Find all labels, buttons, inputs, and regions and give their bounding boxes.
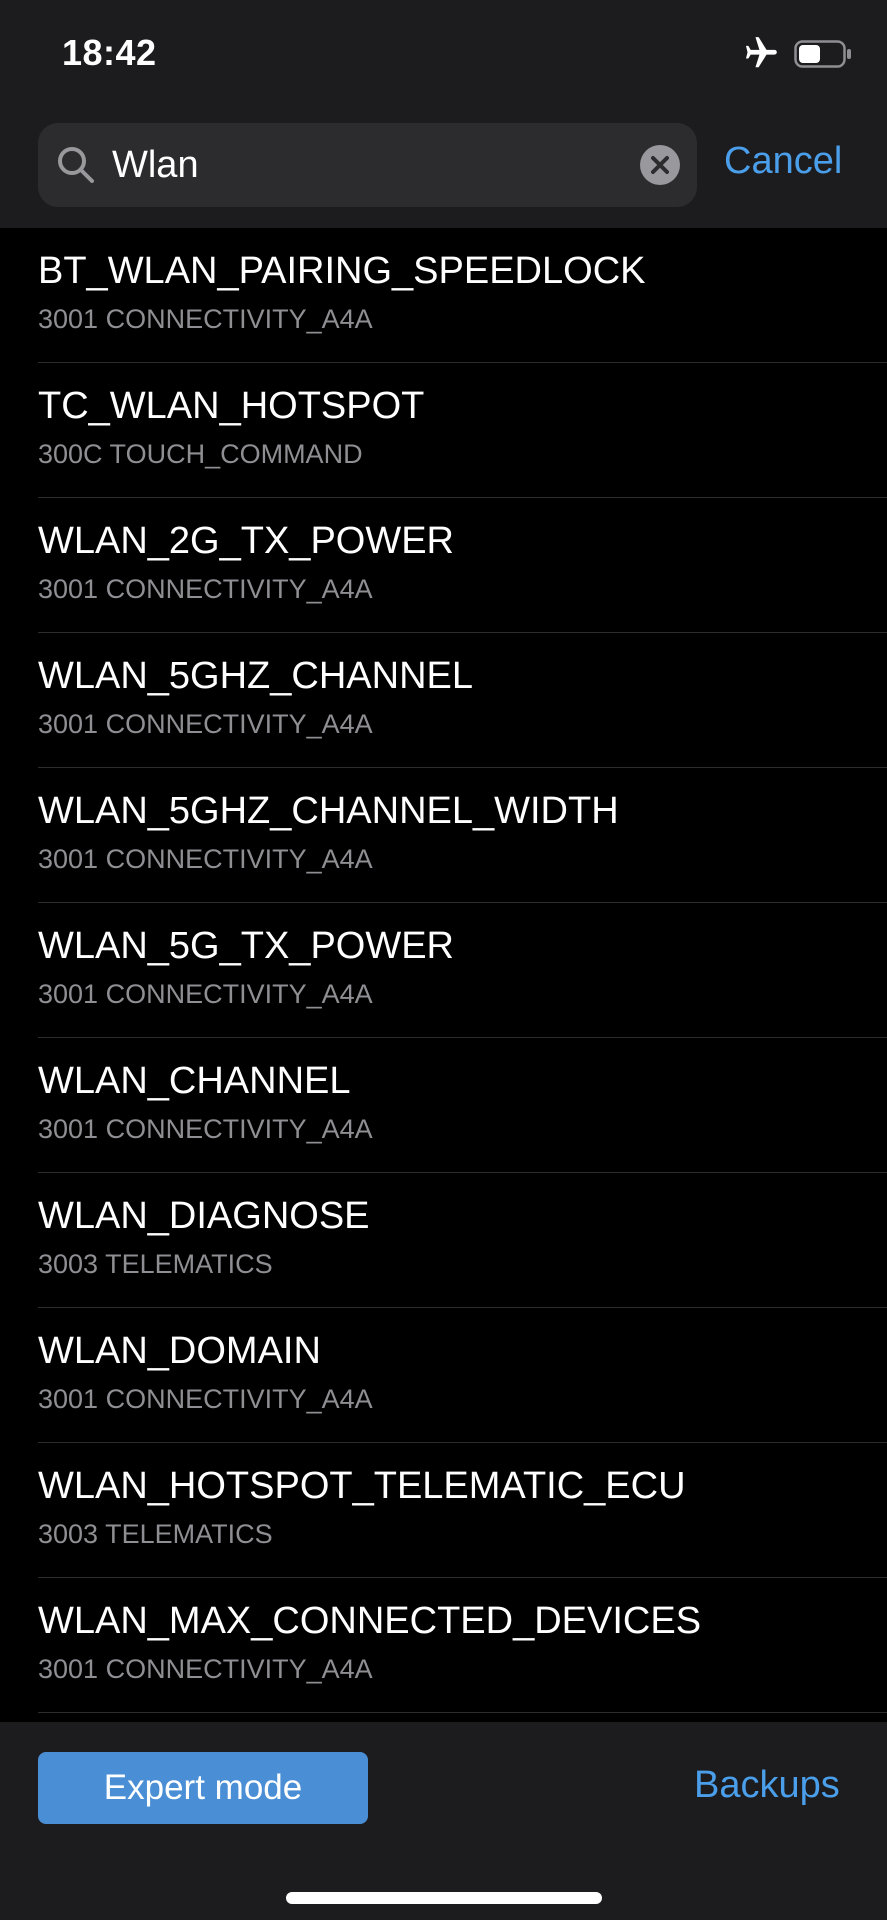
airplane-icon <box>745 37 777 68</box>
battery-icon <box>794 40 851 68</box>
result-subtitle: 3001 CONNECTIVITY_A4A <box>38 979 373 1009</box>
home-indicator[interactable] <box>286 1892 602 1904</box>
search-icon <box>58 147 94 183</box>
result-subtitle: 300C TOUCH_COMMAND <box>38 439 363 469</box>
result-subtitle: 3001 CONNECTIVITY_A4A <box>38 844 373 874</box>
result-row[interactable]: WLAN_5G_TX_POWER 3001 CONNECTIVITY_A4A <box>38 903 887 1038</box>
status-time: 18:42 <box>62 32 157 73</box>
result-title: WLAN_5GHZ_CHANNEL_WIDTH <box>38 790 619 832</box>
result-subtitle: 3001 CONNECTIVITY_A4A <box>38 304 373 334</box>
result-row[interactable]: TC_WLAN_HOTSPOT 300C TOUCH_COMMAND <box>38 363 887 498</box>
cancel-button[interactable]: Cancel <box>724 140 842 183</box>
result-row[interactable]: BT_WLAN_PAIRING_SPEEDLOCK 3001 CONNECTIV… <box>38 228 887 363</box>
result-row[interactable]: WLAN_5GHZ_CHANNEL 3001 CONNECTIVITY_A4A <box>38 633 887 768</box>
result-title: WLAN_2G_TX_POWER <box>38 520 454 562</box>
search-header: Cancel <box>0 110 887 228</box>
result-title: WLAN_DIAGNOSE <box>38 1195 370 1237</box>
result-title: WLAN_5GHZ_CHANNEL <box>38 655 473 697</box>
backups-button[interactable]: Backups <box>694 1764 840 1807</box>
result-row[interactable]: WLAN_CHANNEL 3001 CONNECTIVITY_A4A <box>38 1038 887 1173</box>
clear-search-button[interactable] <box>640 145 680 185</box>
result-title: BT_WLAN_PAIRING_SPEEDLOCK <box>38 250 646 292</box>
result-subtitle: 3003 TELEMATICS <box>38 1519 273 1549</box>
result-row[interactable]: WLAN_HOTSPOT_TELEMATIC_ECU 3003 TELEMATI… <box>38 1443 887 1578</box>
search-input[interactable] <box>112 123 612 207</box>
result-subtitle: 3003 TELEMATICS <box>38 1249 273 1279</box>
status-bar: 18:42 <box>0 0 887 110</box>
result-row[interactable]: WLAN_DOMAIN 3001 CONNECTIVITY_A4A <box>38 1308 887 1443</box>
result-title: WLAN_MAX_CONNECTED_DEVICES <box>38 1600 702 1642</box>
result-subtitle: 3001 CONNECTIVITY_A4A <box>38 574 373 604</box>
result-row[interactable]: WLAN_DIAGNOSE 3003 TELEMATICS <box>38 1173 887 1308</box>
result-title: WLAN_5G_TX_POWER <box>38 925 454 967</box>
result-row[interactable]: WLAN_MAX_CONNECTED_DEVICES 3001 CONNECTI… <box>38 1578 887 1713</box>
results-list[interactable]: BT_WLAN_PAIRING_SPEEDLOCK 3001 CONNECTIV… <box>0 228 887 1722</box>
battery-fill <box>799 45 820 63</box>
result-title: WLAN_DOMAIN <box>38 1330 321 1372</box>
result-row[interactable]: WLAN_2G_TX_POWER 3001 CONNECTIVITY_A4A <box>38 498 887 633</box>
result-subtitle: 3001 CONNECTIVITY_A4A <box>38 709 373 739</box>
result-subtitle: 3001 CONNECTIVITY_A4A <box>38 1384 373 1414</box>
result-title: WLAN_HOTSPOT_TELEMATIC_ECU <box>38 1465 686 1507</box>
result-title: TC_WLAN_HOTSPOT <box>38 385 425 427</box>
result-subtitle: 3001 CONNECTIVITY_A4A <box>38 1114 373 1144</box>
bottom-toolbar: Expert mode Backups <box>0 1722 887 1920</box>
search-field[interactable] <box>38 123 697 207</box>
result-title: WLAN_CHANNEL <box>38 1060 351 1102</box>
result-row[interactable]: WLAN_5GHZ_CHANNEL_WIDTH 3001 CONNECTIVIT… <box>38 768 887 903</box>
expert-mode-button[interactable]: Expert mode <box>38 1752 368 1824</box>
result-subtitle: 3001 CONNECTIVITY_A4A <box>38 1654 373 1684</box>
clear-icon <box>651 156 669 174</box>
